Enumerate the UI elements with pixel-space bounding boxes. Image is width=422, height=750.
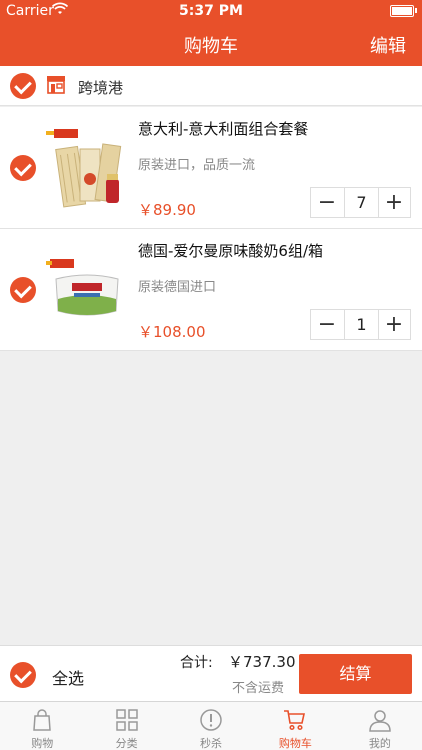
cart-summary-bar: 全选 合计: ￥737.30 不含运费 结算 [0, 645, 422, 701]
total-value: ￥737.30 [228, 653, 296, 671]
store-checkbox[interactable] [10, 73, 36, 99]
quantity-value[interactable]: 7 [344, 188, 379, 217]
item-name[interactable]: 德国-爱尔曼原味酸奶6组/箱 [138, 240, 323, 261]
tab-flash-sale[interactable]: 秒杀 [169, 702, 253, 750]
item-checkbox[interactable] [10, 155, 36, 181]
store-header: 跨境港 [0, 66, 422, 106]
status-bar: Carrier 5:37 PM [0, 0, 422, 22]
bag-icon [30, 708, 54, 732]
store-icon [46, 75, 66, 95]
nav-bar: 购物车 编辑 [0, 22, 422, 66]
item-checkbox[interactable] [10, 277, 36, 303]
checkout-button[interactable]: 结算 [299, 654, 412, 694]
select-all-label[interactable]: 全选 [52, 665, 84, 689]
alert-circle-icon [199, 708, 223, 732]
increment-button[interactable]: + [378, 188, 410, 217]
tab-cart[interactable]: 购物车 [253, 702, 337, 750]
grid-icon [115, 708, 139, 732]
tab-shop[interactable]: 购物 [0, 702, 84, 750]
tab-label: 秒杀 [200, 737, 223, 750]
item-description: 原装进口，品质一流 [138, 158, 256, 173]
product-image[interactable] [46, 119, 128, 211]
tab-bar: 购物 分类 秒杀 购物车 我的 [0, 701, 422, 750]
decrement-button[interactable]: − [311, 310, 343, 339]
tab-category[interactable]: 分类 [84, 702, 168, 750]
tab-label: 我的 [368, 737, 391, 750]
clock: 5:37 PM [179, 3, 243, 19]
total-label: 合计: [180, 655, 213, 671]
shipping-note: 不含运费 [232, 681, 285, 696]
quantity-stepper: − 7 + [310, 187, 411, 218]
person-icon [368, 708, 392, 732]
cart-icon [283, 708, 307, 732]
decrement-button[interactable]: − [311, 188, 343, 217]
increment-button[interactable]: + [378, 310, 410, 339]
tab-label: 分类 [115, 737, 138, 750]
edit-button[interactable]: 编辑 [370, 32, 406, 58]
cart-item: 德国-爱尔曼原味酸奶6组/箱 原装德国进口 ￥108.00 − 1 + [0, 229, 422, 351]
product-image[interactable] [46, 241, 128, 333]
tab-label: 购物车 [278, 737, 312, 750]
battery-icon [390, 5, 414, 17]
item-price: ￥89.90 [138, 201, 196, 219]
tab-profile[interactable]: 我的 [338, 702, 422, 750]
store-name: 跨境港 [78, 79, 124, 97]
quantity-value[interactable]: 1 [344, 310, 379, 339]
tab-label: 购物 [31, 737, 54, 750]
battery-tip [415, 8, 417, 13]
item-name[interactable]: 意大利-意大利面组合套餐 [138, 118, 308, 139]
quantity-stepper: − 1 + [310, 309, 411, 340]
item-price: ￥108.00 [138, 323, 206, 341]
select-all-checkbox[interactable] [10, 662, 36, 688]
page-title: 购物车 [184, 36, 238, 57]
item-description: 原装德国进口 [138, 280, 217, 295]
cart-item: 意大利-意大利面组合套餐 原装进口，品质一流 ￥89.90 − 7 + [0, 107, 422, 229]
